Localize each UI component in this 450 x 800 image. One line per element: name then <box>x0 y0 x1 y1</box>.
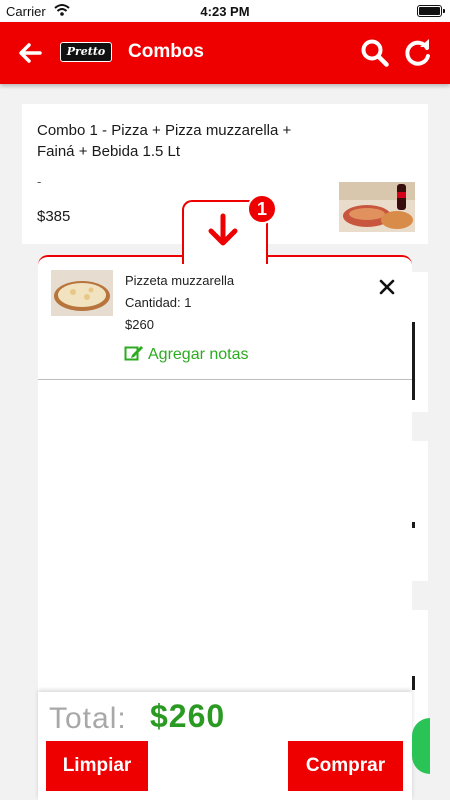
search-icon[interactable] <box>360 38 390 68</box>
cart-item-quantity: Cantidad: 1 <box>125 295 192 310</box>
status-bar: Carrier 4:23 PM <box>0 0 450 22</box>
cart-item-name: Pizzeta muzzarella <box>125 273 235 288</box>
add-notes-link[interactable]: Agregar notas <box>124 344 249 364</box>
cart-count-badge: 1 <box>247 194 277 224</box>
product-name: Combo 1 - Pizza + Pizza muzzarella + Fai… <box>37 122 292 160</box>
app-header: Pretto Combos <box>0 22 450 84</box>
edit-note-icon <box>124 346 143 361</box>
product-price: $385 <box>37 208 71 225</box>
cart-item: Pizzeta muzzarella Cantidad: 1 $260 Agre… <box>38 262 412 380</box>
whatsapp-button[interactable] <box>412 718 430 774</box>
total-value: $260 <box>150 698 226 734</box>
brand-logo: Pretto <box>60 42 112 62</box>
page-title: Combos <box>128 41 204 62</box>
total-label: Total: <box>49 702 127 735</box>
arrow-down-icon[interactable] <box>205 212 241 248</box>
close-icon[interactable] <box>378 278 396 296</box>
cart-footer: Total: $260 Limpiar Comprar <box>38 692 412 800</box>
cart-item-price: $260 <box>125 317 154 332</box>
product-image <box>339 182 415 232</box>
refresh-icon[interactable] <box>403 38 433 68</box>
back-arrow-icon[interactable] <box>16 39 44 67</box>
clear-cart-button[interactable]: Limpiar <box>46 741 148 791</box>
cart-item-image <box>51 270 113 316</box>
buy-button[interactable]: Comprar <box>288 741 403 791</box>
sheet-shadow <box>22 272 38 800</box>
product-description: - <box>37 174 42 189</box>
battery-icon <box>417 5 445 17</box>
status-time: 4:23 PM <box>200 4 250 19</box>
add-notes-label: Agregar notas <box>148 346 249 363</box>
